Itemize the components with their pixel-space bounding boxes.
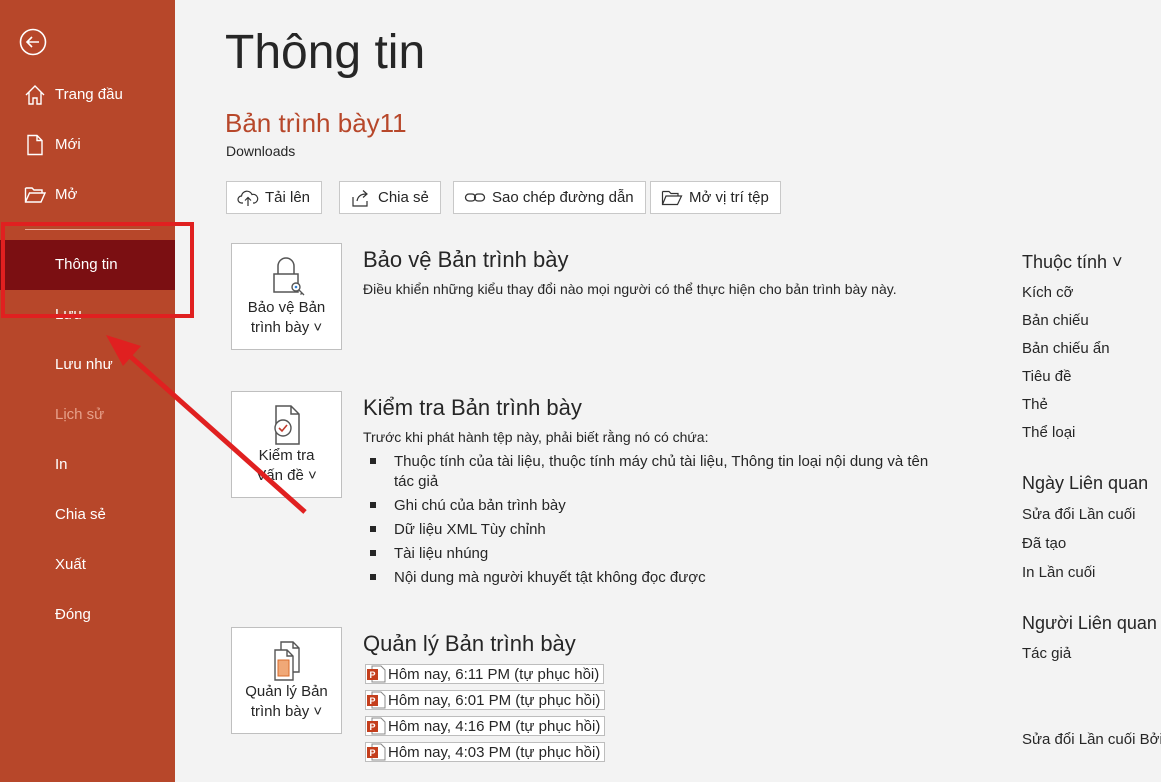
lock-key-icon (273, 257, 305, 296)
related-people-heading: Người Liên quan (1022, 613, 1157, 633)
svg-text:P: P (370, 670, 376, 680)
people-last-modified-by: Sửa đổi Lần cuối Bởi (1022, 731, 1161, 748)
document-stack-icon (274, 641, 300, 681)
version-item[interactable]: P Hôm nay, 6:01 PM (tự phục hồi) (365, 690, 606, 710)
powerpoint-file-icon: P (367, 691, 386, 709)
copy-path-label: Sao chép đường dẫn (492, 189, 634, 206)
powerpoint-file-icon: P (367, 743, 386, 761)
share-icon (352, 189, 368, 207)
open-folder-icon (24, 187, 46, 203)
version-item[interactable]: P Hôm nay, 6:11 PM (tự phục hồi) (365, 664, 605, 684)
nav-home-label: Trang đầu (55, 86, 123, 103)
new-document-icon (27, 134, 43, 156)
open-location-label: Mở vị trí tệp (689, 189, 769, 206)
protect-button-label: Bảo vệ Bản trình bày ˅ (247, 299, 326, 336)
list-item: Dữ liệu XML Tùy chỉnh (370, 520, 940, 540)
svg-text:P: P (370, 696, 376, 706)
nav-close[interactable]: Đóng (0, 590, 175, 640)
property-hidden-slides: Bản chiếu ẩn (1022, 340, 1110, 357)
property-title: Tiêu đề (1022, 368, 1072, 385)
list-item: Nội dung mà người khuyết tật không đọc đ… (370, 568, 940, 588)
properties-dropdown[interactable]: Thuộc tính ˅ (1022, 252, 1123, 273)
powerpoint-file-icon: P (367, 717, 386, 735)
manage-presentation-button[interactable]: Quản lý Bản trình bày ˅ (231, 627, 342, 734)
annotation-highlight-box (1, 222, 194, 318)
date-created: Đã tạo (1022, 535, 1067, 552)
share-label: Chia sẻ (378, 189, 429, 206)
cloud-upload-icon (237, 190, 259, 206)
list-item: Ghi chú của bản trình bày (370, 496, 940, 516)
property-size: Kích cỡ (1022, 284, 1074, 301)
nav-share[interactable]: Chia sẻ (0, 490, 175, 540)
powerpoint-file-icon: P (367, 665, 386, 683)
people-author: Tác giả (1022, 645, 1072, 662)
version-item[interactable]: P Hôm nay, 4:16 PM (tự phục hồi) (365, 716, 606, 736)
check-for-issues-button[interactable]: Kiểm tra Vấn đề ˅ (231, 391, 342, 498)
nav-history: Lịch sử (0, 390, 175, 440)
backstage-sidebar: Trang đầu Mới Mở Thông tin Lưu Lưu như L… (0, 0, 175, 782)
nav-open[interactable]: Mở (0, 170, 175, 220)
nav-save-as[interactable]: Lưu như (0, 340, 175, 390)
nav-save-as-label: Lưu như (55, 356, 113, 373)
nav-home[interactable]: Trang đầu (0, 70, 175, 120)
nav-print-label: In (55, 456, 68, 473)
upload-button[interactable]: Tải lên (226, 181, 323, 214)
link-icon (464, 192, 486, 202)
document-location: Downloads (226, 143, 296, 159)
document-name: Bản trình bày11 (225, 108, 407, 138)
nav-export[interactable]: Xuất (0, 540, 175, 590)
share-button[interactable]: Chia sẻ (339, 181, 441, 214)
nav-new[interactable]: Mới (0, 120, 175, 170)
list-item: Thuộc tính của tài liệu, thuộc tính máy … (370, 452, 940, 492)
nav-share-label: Chia sẻ (55, 506, 106, 523)
protect-presentation-button[interactable]: Bảo vệ Bản trình bày ˅ (231, 243, 342, 350)
inspect-description: Trước khi phát hành tệp này, phải biết r… (363, 429, 709, 445)
protect-description: Điều khiển những kiểu thay đổi nào mọi n… (363, 281, 897, 297)
folder-icon (661, 190, 683, 205)
page-title: Thông tin (225, 26, 426, 79)
manage-button-label: Quản lý Bản trình bày ˅ (245, 683, 328, 720)
manage-title: Quản lý Bản trình bày (363, 631, 576, 656)
nav-print[interactable]: In (0, 440, 175, 490)
document-check-icon (274, 405, 300, 445)
protect-title: Bảo vệ Bản trình bày (363, 247, 569, 272)
nav-open-label: Mở (55, 186, 78, 203)
inspect-bullet-list: Thuộc tính của tài liệu, thuộc tính máy … (370, 452, 940, 592)
svg-text:P: P (370, 722, 376, 732)
back-arrow-icon[interactable] (18, 27, 48, 57)
upload-label: Tải lên (265, 189, 311, 206)
list-item: Tài liệu nhúng (370, 544, 940, 564)
copy-path-button[interactable]: Sao chép đường dẫn (453, 181, 646, 214)
inspect-button-label: Kiểm tra Vấn đề ˅ (256, 447, 317, 484)
home-icon (25, 85, 45, 105)
property-categories: Thể loại (1022, 424, 1076, 441)
svg-text:P: P (370, 748, 376, 758)
related-dates-heading: Ngày Liên quan (1022, 473, 1149, 493)
date-last-modified: Sửa đổi Lần cuối (1022, 506, 1136, 523)
inspect-title: Kiểm tra Bản trình bày (363, 395, 582, 420)
property-slides: Bản chiếu (1022, 312, 1089, 329)
nav-history-label: Lịch sử (55, 406, 105, 423)
date-last-printed: In Lần cuối (1022, 564, 1096, 581)
nav-new-label: Mới (55, 136, 81, 153)
property-tags: Thẻ (1022, 396, 1048, 413)
nav-close-label: Đóng (55, 606, 91, 623)
nav-export-label: Xuất (55, 556, 86, 573)
open-location-button[interactable]: Mở vị trí tệp (650, 181, 781, 214)
version-item[interactable]: P Hôm nay, 4:03 PM (tự phục hồi) (365, 742, 606, 762)
